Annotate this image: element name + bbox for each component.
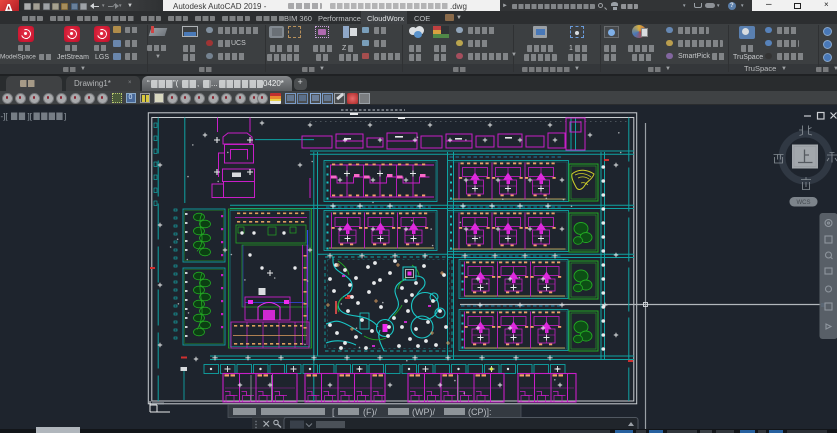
svg-text:WCS: WCS: [797, 200, 811, 206]
svg-text:][: ][: [28, 112, 33, 121]
svg-text:(F)/: (F)/: [363, 407, 377, 417]
svg-text:(WP)/: (WP)/: [412, 407, 435, 417]
svg-text:(CP)]:: (CP)]:: [468, 407, 492, 417]
svg-text:]: ]: [64, 112, 66, 121]
svg-text:-][: -][: [1, 112, 9, 121]
